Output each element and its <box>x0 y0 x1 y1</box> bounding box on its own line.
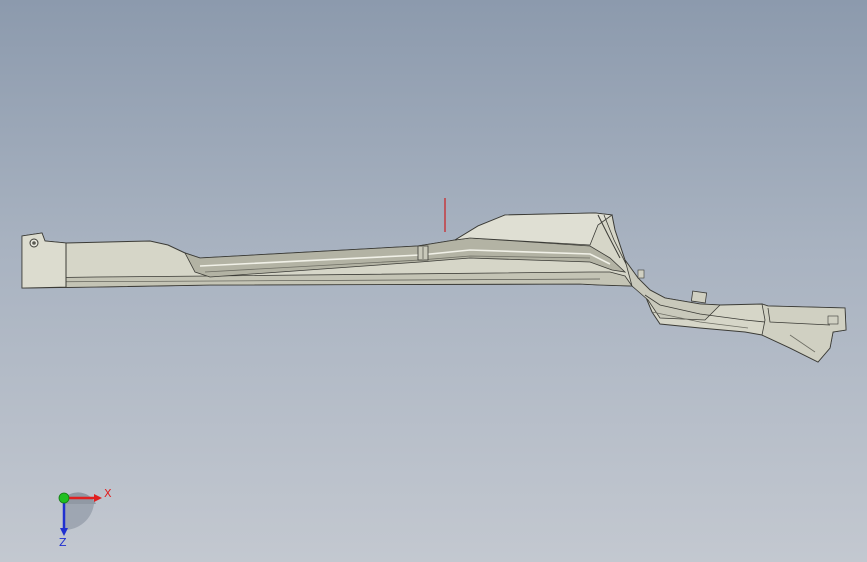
tab-feature-small <box>637 269 645 279</box>
z-arrowhead-icon <box>60 528 68 536</box>
x-axis-label: X <box>104 487 112 500</box>
z-axis-label: Z <box>59 536 67 549</box>
mounting-hole-center <box>32 241 36 245</box>
triad-quadrant-shade <box>64 504 94 531</box>
part-top-surface <box>21 212 847 363</box>
x-arrowhead-icon <box>94 494 102 502</box>
orientation-triad: X Z <box>58 487 112 549</box>
part-left-end <box>21 232 67 289</box>
part-twist-section <box>624 259 721 321</box>
graphics-viewport[interactable]: X Z <box>0 0 867 562</box>
part-right-end <box>761 303 847 363</box>
y-axis-dot-icon <box>58 492 70 504</box>
tab-feature <box>690 290 708 304</box>
tab-feature-end <box>827 315 839 325</box>
model-part[interactable] <box>0 0 867 562</box>
